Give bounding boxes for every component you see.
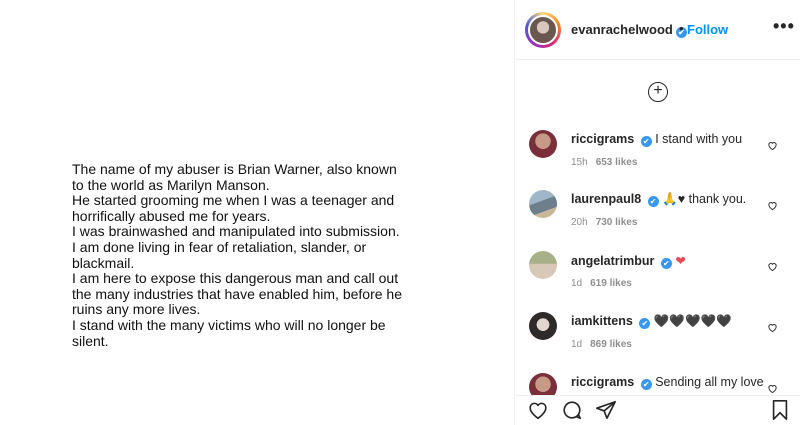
comment-username[interactable]: riccigrams (571, 132, 634, 146)
comment-body: ❤ (675, 254, 686, 268)
comment-row: iamkittens ✔ 🖤🖤🖤🖤🖤 1d 869 likes (515, 312, 800, 372)
comment-username[interactable]: angelatrimbur (571, 254, 654, 268)
post-line: He started grooming me when I was a teen… (72, 192, 395, 209)
verified-icon: ✔ (639, 318, 651, 329)
comment-icon[interactable] (561, 399, 583, 425)
post-header: evanrachelwood ✔ • Follow ••• (515, 0, 800, 60)
comment-username[interactable]: riccigrams (571, 375, 634, 389)
post-line: I am done living in fear of retaliation,… (72, 238, 367, 255)
post-line: ruins any more lives. (72, 301, 201, 318)
comment-meta: 20h 730 likes (571, 217, 637, 228)
comment-body: I stand with you (655, 132, 743, 146)
comment-text: riccigrams ✔ I stand with you (571, 132, 781, 147)
comment-row: angelatrimbur ✔ ❤ 1d 619 likes (515, 251, 800, 311)
comment-likes[interactable]: 730 likes (596, 217, 638, 228)
comment-time[interactable]: 1d (571, 339, 582, 350)
avatar[interactable] (529, 251, 557, 279)
comment-username[interactable]: iamkittens (571, 314, 633, 328)
follow-button[interactable]: Follow (687, 22, 728, 37)
avatar[interactable] (529, 190, 557, 218)
post-line: the many industries that have enabled hi… (72, 285, 402, 302)
comments-panel: evanrachelwood ✔ • Follow ••• + riccigram… (514, 0, 800, 425)
comment-meta: 1d 619 likes (571, 278, 632, 289)
comment-text: iamkittens ✔ 🖤🖤🖤🖤🖤 (571, 314, 781, 329)
verified-icon: ✔ (640, 379, 652, 390)
comment-body: Sending all my love (655, 375, 764, 389)
comment-meta: 15h 653 likes (571, 157, 637, 168)
comment-time[interactable]: 15h (571, 157, 588, 168)
like-comment-icon[interactable] (767, 322, 778, 336)
post-line: to the world as Marilyn Manson. (72, 176, 270, 193)
post-line: I am here to expose this dangerous man a… (72, 270, 399, 287)
post-statement: The name of my abuser is Brian Warner, a… (72, 161, 432, 349)
comment-row: laurenpaul8 ✔ 🙏♥ thank you. 20h 730 likes (515, 190, 800, 250)
verified-icon: ✔ (647, 196, 659, 207)
comment-time[interactable]: 20h (571, 217, 588, 228)
heart-icon[interactable] (527, 399, 549, 425)
verified-icon: ✔ (660, 258, 672, 269)
like-comment-icon[interactable] (767, 200, 778, 214)
bookmark-icon[interactable] (769, 399, 791, 425)
header-username[interactable]: evanrachelwood ✔ (571, 22, 687, 38)
separator-dot: • (679, 21, 684, 36)
comment-meta: 1d 869 likes (571, 339, 632, 350)
avatar[interactable] (529, 130, 557, 158)
avatar[interactable] (528, 15, 558, 45)
post-line: I stand with the many victims who will n… (72, 316, 386, 333)
like-comment-icon[interactable] (767, 261, 778, 275)
action-bar (515, 395, 800, 425)
post-image: The name of my abuser is Brian Warner, a… (0, 0, 514, 425)
post-line: horrifically abused me for years. (72, 207, 271, 224)
verified-icon: ✔ (640, 136, 652, 147)
comment-likes[interactable]: 653 likes (596, 157, 638, 168)
comment-text: riccigrams ✔ Sending all my love (571, 375, 781, 390)
comment-likes[interactable]: 619 likes (590, 278, 632, 289)
username-text[interactable]: evanrachelwood (571, 22, 673, 37)
comment-text: laurenpaul8 ✔ 🙏♥ thank you. (571, 192, 781, 207)
post-line: I was brainwashed and manipulated into s… (72, 223, 400, 240)
like-comment-icon[interactable] (767, 140, 778, 154)
comment-body: 🖤🖤🖤🖤🖤 (653, 314, 732, 328)
post-line: The name of my abuser is Brian Warner, a… (72, 161, 397, 177)
comment-text: angelatrimbur ✔ ❤ (571, 253, 781, 269)
load-more-comments-button[interactable]: + (648, 82, 668, 102)
comment-body: 🙏♥ thank you. (662, 192, 747, 206)
comment-likes[interactable]: 869 likes (590, 339, 632, 350)
comment-username[interactable]: laurenpaul8 (571, 192, 641, 206)
post-line: silent. (72, 332, 109, 349)
share-icon[interactable] (595, 399, 617, 425)
comment-row: riccigrams ✔ I stand with you 15h 653 lik… (515, 130, 800, 190)
more-options-icon[interactable]: ••• (773, 16, 795, 37)
comment-time[interactable]: 1d (571, 278, 582, 289)
post-line: blackmail. (72, 254, 135, 271)
avatar[interactable] (529, 312, 557, 340)
